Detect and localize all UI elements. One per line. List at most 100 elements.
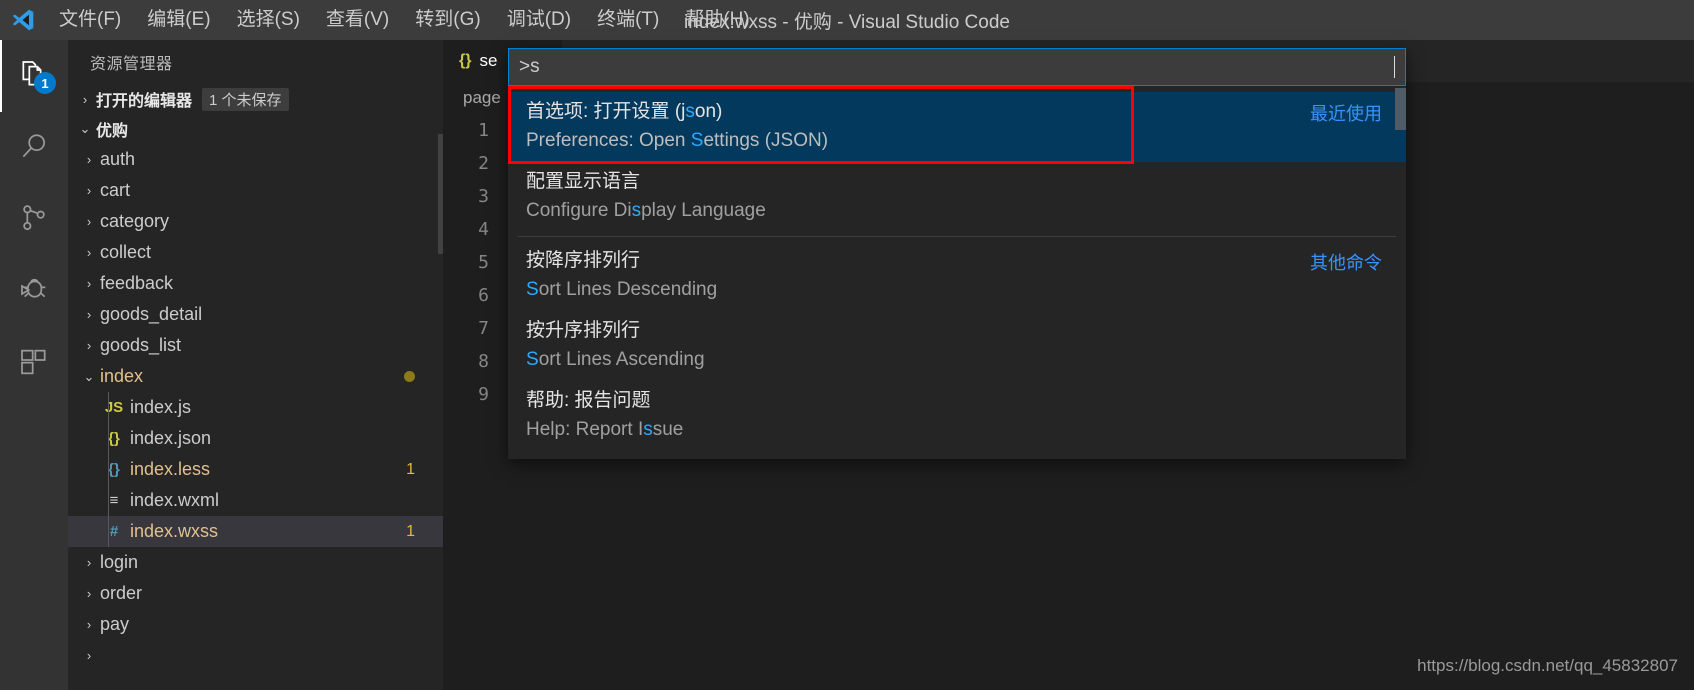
tree-folder-row[interactable]: › — [68, 640, 443, 671]
tree-file-row[interactable]: {} index.less 1 — [68, 454, 443, 485]
tree-folder-row[interactable]: › goods_detail — [68, 299, 443, 330]
command-palette-input-wrap[interactable]: >s — [508, 48, 1406, 86]
activity-bar: 1 — [0, 40, 68, 690]
palette-item[interactable]: 配置显示语言 Configure Display Language — [508, 162, 1406, 232]
palette-group-label: 最近使用 — [1310, 104, 1382, 124]
json-file-icon: {} — [459, 52, 472, 69]
source-control-icon — [18, 202, 50, 239]
tree-folder-row[interactable]: › collect — [68, 237, 443, 268]
tree-item-label: index.wxss — [130, 521, 219, 541]
activity-item-source-control[interactable] — [0, 184, 68, 256]
chevron-right-icon: › — [86, 338, 92, 353]
match-highlight: S — [690, 130, 704, 151]
title-bar: 文件(F) 编辑(E) 选择(S) 查看(V) 转到(G) 调试(D) 终端(T… — [0, 0, 1694, 40]
line-number: 8 — [478, 351, 489, 372]
chevron-down-icon: ⌄ — [83, 368, 95, 384]
unsaved-count-badge: 1 个未保存 — [202, 87, 289, 111]
tree-item-label: goods_detail — [100, 304, 203, 324]
activity-item-debug[interactable] — [0, 256, 68, 328]
chevron-right-icon: › — [86, 276, 92, 291]
tree-item-label: index — [100, 366, 144, 386]
line-number: 7 — [478, 318, 489, 339]
explorer-sidebar: 资源管理器 › 打开的编辑器 1 个未保存 ⌄ 优购 › auth › cart › ca… — [68, 40, 443, 690]
line-number: 2 — [478, 153, 489, 174]
tree-item-label: cart — [100, 180, 131, 200]
match-highlight: S — [526, 279, 539, 300]
explorer-badge: 1 — [34, 72, 56, 94]
palette-item-sublabel: Sort Lines Ascending — [526, 349, 705, 370]
menu-bar: 文件(F) 编辑(E) 选择(S) 查看(V) 转到(G) 调试(D) 终端(T… — [46, 5, 763, 36]
menu-view[interactable]: 查看(V) — [313, 5, 402, 36]
tree-file-row[interactable]: ≡ index.wxml — [68, 485, 443, 516]
match-highlight: s — [643, 419, 653, 440]
tree-folder-row[interactable]: › cart — [68, 175, 443, 206]
extensions-icon — [18, 346, 50, 383]
tree-file-row[interactable]: {} index.json — [68, 423, 443, 454]
json-file-icon: {} — [108, 430, 120, 447]
tree-folder-row[interactable]: › feedback — [68, 268, 443, 299]
line-number: 3 — [478, 186, 489, 207]
tree-folder-row[interactable]: › pay — [68, 609, 443, 640]
chevron-right-icon: › — [86, 307, 92, 322]
tree-folder-row[interactable]: ⌄ index — [68, 361, 443, 392]
activity-item-extensions[interactable] — [0, 328, 68, 400]
palette-item-label: 按降序排列行 — [526, 250, 641, 271]
less-file-icon: {} — [108, 461, 120, 478]
tree-folder-row[interactable]: › auth — [68, 144, 443, 175]
palette-item-sublabel: Configure Display Language — [526, 200, 766, 221]
tree-item-label: feedback — [100, 273, 174, 293]
palette-item[interactable]: 首选项: 打开设置 (json) Preferences: Open Settin… — [508, 92, 1406, 162]
problem-count-badge: 1 — [406, 460, 415, 478]
chevron-right-icon: › — [86, 183, 92, 198]
command-palette: >s 首选项: 打开设置 (json) Preferences: Open Set… — [508, 48, 1406, 459]
command-palette-input[interactable]: >s — [519, 56, 1393, 78]
activity-item-search[interactable] — [0, 112, 68, 184]
wxss-file-icon: # — [109, 523, 119, 540]
section-project-root[interactable]: ⌄ 优购 — [68, 114, 443, 144]
editor-tab-label: se — [479, 51, 498, 70]
palette-item-sublabel: Preferences: Open Settings (JSON) — [526, 130, 829, 151]
tree-item-label: index.wxml — [130, 490, 220, 510]
chevron-down-icon: ⌄ — [79, 121, 91, 136]
command-palette-list: 首选项: 打开设置 (json) Preferences: Open Settin… — [508, 86, 1406, 459]
palette-item[interactable]: 按降序排列行 Sort Lines Descending 其他命令 — [508, 241, 1406, 311]
menu-debug[interactable]: 调试(D) — [494, 5, 584, 36]
tree-file-row[interactable]: # index.wxss 1 — [68, 516, 443, 547]
tree-item-label: pay — [100, 614, 130, 634]
match-highlight: s — [685, 101, 695, 122]
palette-scrollbar[interactable] — [1395, 88, 1406, 130]
chevron-right-icon: › — [86, 152, 92, 167]
tree-folder-row[interactable]: › login — [68, 547, 443, 578]
menu-edit[interactable]: 编辑(E) — [134, 5, 223, 36]
tree-item-label: goods_list — [100, 335, 182, 355]
chevron-right-icon: › — [86, 245, 92, 260]
tree-item-label: index.js — [130, 397, 192, 417]
chevron-right-icon: › — [82, 91, 88, 107]
tree-indent-guide — [108, 392, 109, 547]
tree-item-label: auth — [100, 149, 136, 169]
tree-folder-row[interactable]: › order — [68, 578, 443, 609]
file-tree: › auth › cart › category › collect › feedback › goo… — [68, 144, 443, 671]
menu-terminal[interactable]: 终端(T) — [584, 5, 672, 36]
menu-help[interactable]: 帮助(H) — [672, 5, 762, 36]
tree-item-label: index.less — [130, 459, 211, 479]
tree-folder-row[interactable]: › category — [68, 206, 443, 237]
text-caret — [1394, 56, 1395, 78]
palette-item[interactable]: 帮助: 报告问题 Help: Report Issue — [508, 381, 1406, 451]
line-number: 4 — [478, 219, 489, 240]
tree-file-row[interactable]: JS index.js — [68, 392, 443, 423]
tree-folder-row[interactable]: › goods_list — [68, 330, 443, 361]
section-open-editors[interactable]: › 打开的编辑器 1 个未保存 — [68, 84, 443, 114]
xml-file-icon: ≡ — [109, 492, 119, 509]
palette-separator — [518, 236, 1396, 237]
problem-count-badge: 1 — [406, 522, 415, 540]
palette-item[interactable]: 按升序排列行 Sort Lines Ascending — [508, 311, 1406, 381]
menu-go[interactable]: 转到(G) — [402, 5, 493, 36]
menu-file[interactable]: 文件(F) — [46, 5, 134, 36]
modified-dot-icon — [404, 371, 415, 382]
activity-item-explorer[interactable]: 1 — [0, 40, 68, 112]
tree-item-label: index.json — [130, 428, 212, 448]
palette-group-label: 其他命令 — [1310, 253, 1382, 273]
chevron-right-icon: › — [86, 214, 92, 229]
menu-selection[interactable]: 选择(S) — [224, 5, 313, 36]
